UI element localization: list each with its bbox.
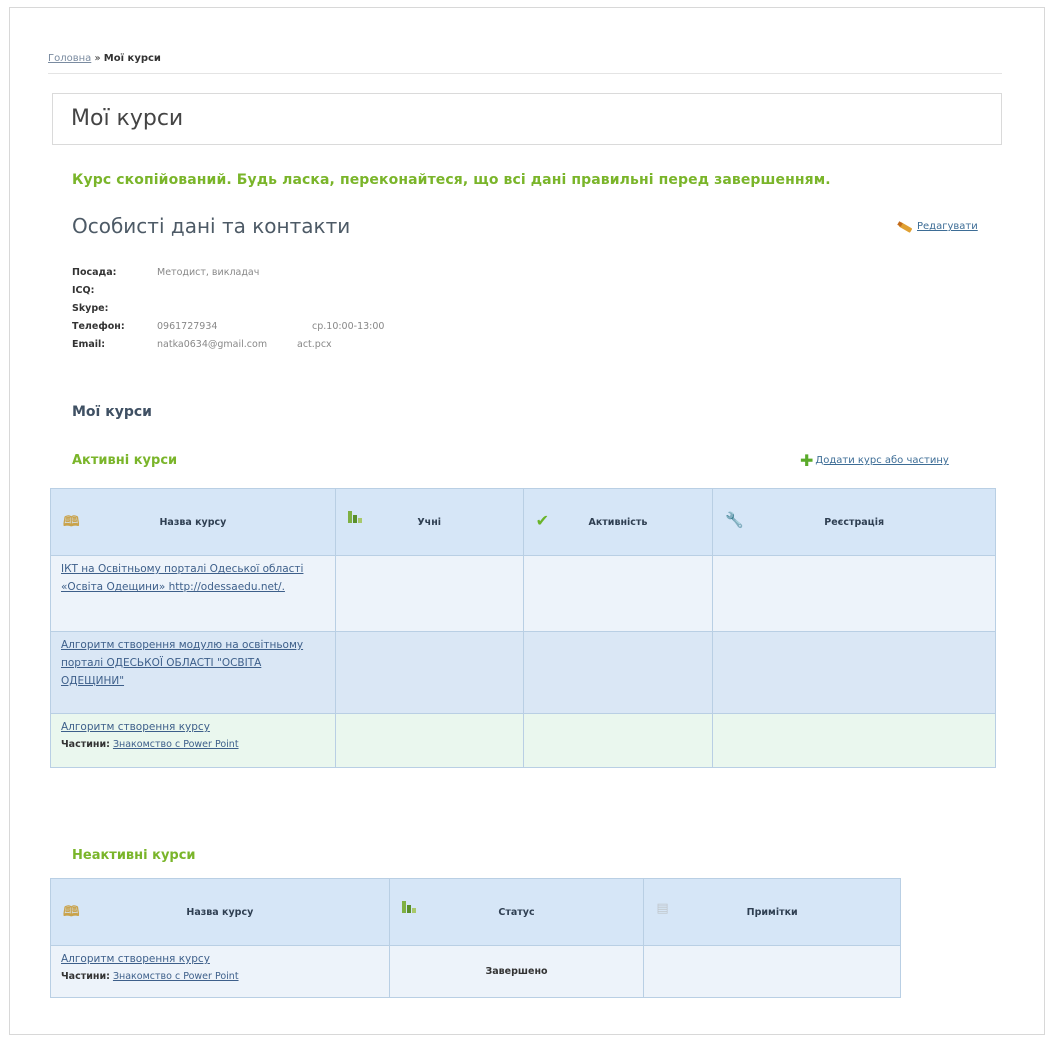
registration-cell: [712, 555, 996, 632]
breadcrumb: Головна » Мої курси: [48, 48, 1002, 74]
table-header-row: 🕮 Назва курсу Учні ✔ Активність 🔧 Реєстр…: [50, 488, 996, 556]
field-value: Методист, викладач: [157, 267, 260, 278]
check-icon: ✔: [535, 511, 549, 530]
status-cell: Завершено: [388, 945, 645, 998]
course-name-cell: ІКТ на Освітньому порталі Одеської облас…: [50, 555, 336, 632]
inactive-courses-table: 🕮 Назва курсу Статус ▤ Примітки Алгоритм…: [50, 878, 901, 998]
table-row: Алгоритм створення курсу Частини: Знаком…: [50, 945, 901, 998]
col-course-name[interactable]: 🕮 Назва курсу: [50, 878, 390, 946]
course-link[interactable]: Алгоритм створення модулю на освітньому …: [61, 639, 303, 687]
part-label: Частини:: [61, 739, 110, 750]
add-course-label: Додати курс або частину: [815, 455, 949, 466]
table-row: Алгоритм створення модулю на освітньому …: [50, 631, 996, 714]
registration-cell: [712, 713, 996, 768]
col-students[interactable]: Учні: [334, 488, 524, 556]
activity-cell: [522, 631, 714, 714]
course-name-cell: Алгоритм створення курсу Частини: Знаком…: [50, 945, 390, 998]
col-activity[interactable]: ✔ Активність: [522, 488, 714, 556]
table-row: ІКТ на Освітньому порталі Одеської облас…: [50, 555, 996, 632]
chart-icon: [347, 511, 362, 527]
book-icon: 🕮: [63, 514, 80, 530]
table-row: Алгоритм створення курсу Частини: Знаком…: [50, 713, 996, 768]
field-label: ICQ:: [72, 285, 95, 296]
pencil-icon: [898, 222, 914, 232]
column-label: Примітки: [746, 906, 798, 918]
add-course-link[interactable]: ✚ Додати курс або частину: [800, 450, 949, 470]
activity-cell: [522, 713, 714, 768]
course-link[interactable]: Алгоритм створення курсу: [61, 953, 210, 965]
students-cell: [334, 713, 524, 768]
field-value: 0961727934: [157, 321, 218, 332]
field-extra: act.pcx: [297, 339, 332, 350]
activity-cell: [522, 555, 714, 632]
field-label: Посада:: [72, 267, 117, 278]
edit-label: Редагувати: [917, 221, 978, 232]
note-icon: ▤: [656, 901, 669, 916]
col-status[interactable]: Статус: [388, 878, 645, 946]
active-courses-heading: Активні курси: [72, 453, 178, 468]
field-label: Skype:: [72, 303, 109, 314]
part-label: Частини:: [61, 971, 110, 982]
field-extra: ср.10:00-13:00: [312, 321, 385, 332]
edit-profile-link[interactable]: Редагувати: [898, 221, 978, 232]
column-label: Активність: [588, 516, 648, 528]
course-name-cell: Алгоритм створення курсу Частини: Знаком…: [50, 713, 336, 768]
course-link[interactable]: Алгоритм створення курсу: [61, 721, 210, 733]
course-part: Частини: Знакомство с Power Point: [61, 968, 379, 986]
success-notice: Курс скопійований. Будь ласка, переконай…: [72, 172, 831, 188]
notes-cell: [643, 945, 901, 998]
chart-icon: [401, 901, 416, 917]
part-link[interactable]: Знакомство с Power Point: [113, 739, 239, 750]
col-registration[interactable]: 🔧 Реєстрація: [712, 488, 996, 556]
column-label: Реєстрація: [824, 516, 885, 528]
page-title: Мої курси: [52, 93, 1002, 145]
column-label: Статус: [498, 906, 535, 918]
book-icon: 🕮: [63, 904, 80, 920]
breadcrumb-current: Мої курси: [103, 53, 161, 64]
column-label: Назва курсу: [159, 516, 227, 528]
field-value: natka0634@gmail.com: [157, 339, 268, 350]
col-notes[interactable]: ▤ Примітки: [643, 878, 901, 946]
field-label: Телефон:: [72, 321, 125, 332]
course-part: Частини: Знакомство с Power Point: [61, 736, 325, 754]
students-cell: [334, 631, 524, 714]
column-label: Назва курсу: [186, 906, 254, 918]
wrench-icon: 🔧: [725, 511, 745, 529]
plus-icon: ✚: [800, 450, 814, 470]
my-courses-heading: Мої курси: [72, 404, 152, 420]
column-label: Учні: [417, 516, 442, 528]
course-name-cell: Алгоритм створення модулю на освітньому …: [50, 631, 336, 714]
breadcrumb-separator: »: [94, 53, 101, 64]
active-courses-table: 🕮 Назва курсу Учні ✔ Активність 🔧 Реєстр…: [50, 488, 996, 768]
registration-cell: [712, 631, 996, 714]
inactive-courses-heading: Неактивні курси: [72, 848, 196, 863]
table-header-row: 🕮 Назва курсу Статус ▤ Примітки: [50, 878, 901, 946]
students-cell: [334, 555, 524, 632]
part-link[interactable]: Знакомство с Power Point: [113, 971, 239, 982]
personal-section-heading: Особисті дані та контакти: [72, 214, 351, 238]
field-label: Email:: [72, 339, 106, 350]
course-link[interactable]: ІКТ на Освітньому порталі Одеської облас…: [61, 563, 303, 593]
breadcrumb-home-link[interactable]: Головна: [48, 53, 91, 64]
col-course-name[interactable]: 🕮 Назва курсу: [50, 488, 336, 556]
